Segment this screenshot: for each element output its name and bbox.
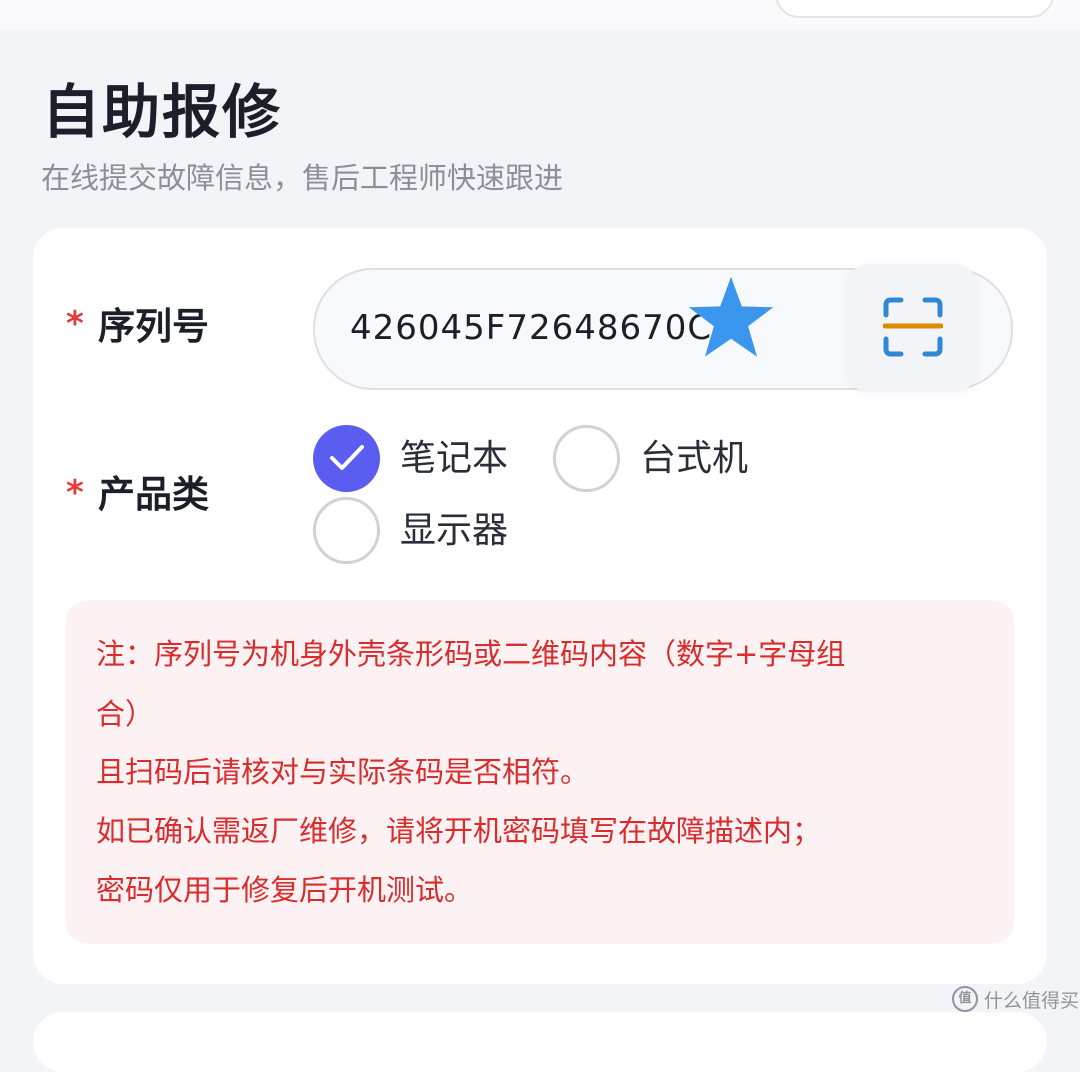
- notice-line: 注：序列号为机身外壳条形码或二维码内容（数字+字母组: [96, 637, 846, 671]
- radio-desktop[interactable]: [553, 425, 620, 492]
- page-title: 自助报修: [42, 78, 283, 146]
- scan-icon: [883, 297, 943, 357]
- watermark: 值 什么值得买: [952, 984, 1079, 1014]
- top-search-pill[interactable]: [775, 0, 1054, 18]
- notice-line: 且扫码后请核对与实际条码是否相符。: [96, 755, 590, 789]
- next-section-card: [33, 1012, 1047, 1072]
- option-label-notebook[interactable]: 笔记本: [400, 436, 508, 482]
- serial-label: 序列号: [98, 305, 209, 348]
- radio-monitor[interactable]: [313, 497, 380, 564]
- notice-line: 密码仅用于修复后开机测试。: [96, 873, 474, 907]
- notice-line: 合）: [96, 697, 155, 731]
- required-mark: *: [66, 304, 84, 344]
- smzdm-logo-icon: 值: [952, 986, 978, 1012]
- check-icon: [330, 445, 364, 470]
- notice-line: 如已确认需返厂维修，请将开机密码填写在故障描述内；: [96, 814, 822, 848]
- required-mark: *: [66, 473, 84, 513]
- option-label-desktop[interactable]: 台式机: [640, 436, 748, 482]
- star-icon: [688, 276, 774, 357]
- watermark-text: 什么值得买: [984, 989, 1080, 1012]
- scan-button[interactable]: [847, 264, 977, 392]
- serial-value: 426045F72648670C: [350, 308, 713, 348]
- option-label-monitor[interactable]: 显示器: [400, 508, 508, 554]
- radio-notebook[interactable]: [313, 425, 380, 492]
- product-label: 产品类: [98, 473, 209, 516]
- page-subtitle: 在线提交故障信息，售后工程师快速跟进: [41, 161, 564, 195]
